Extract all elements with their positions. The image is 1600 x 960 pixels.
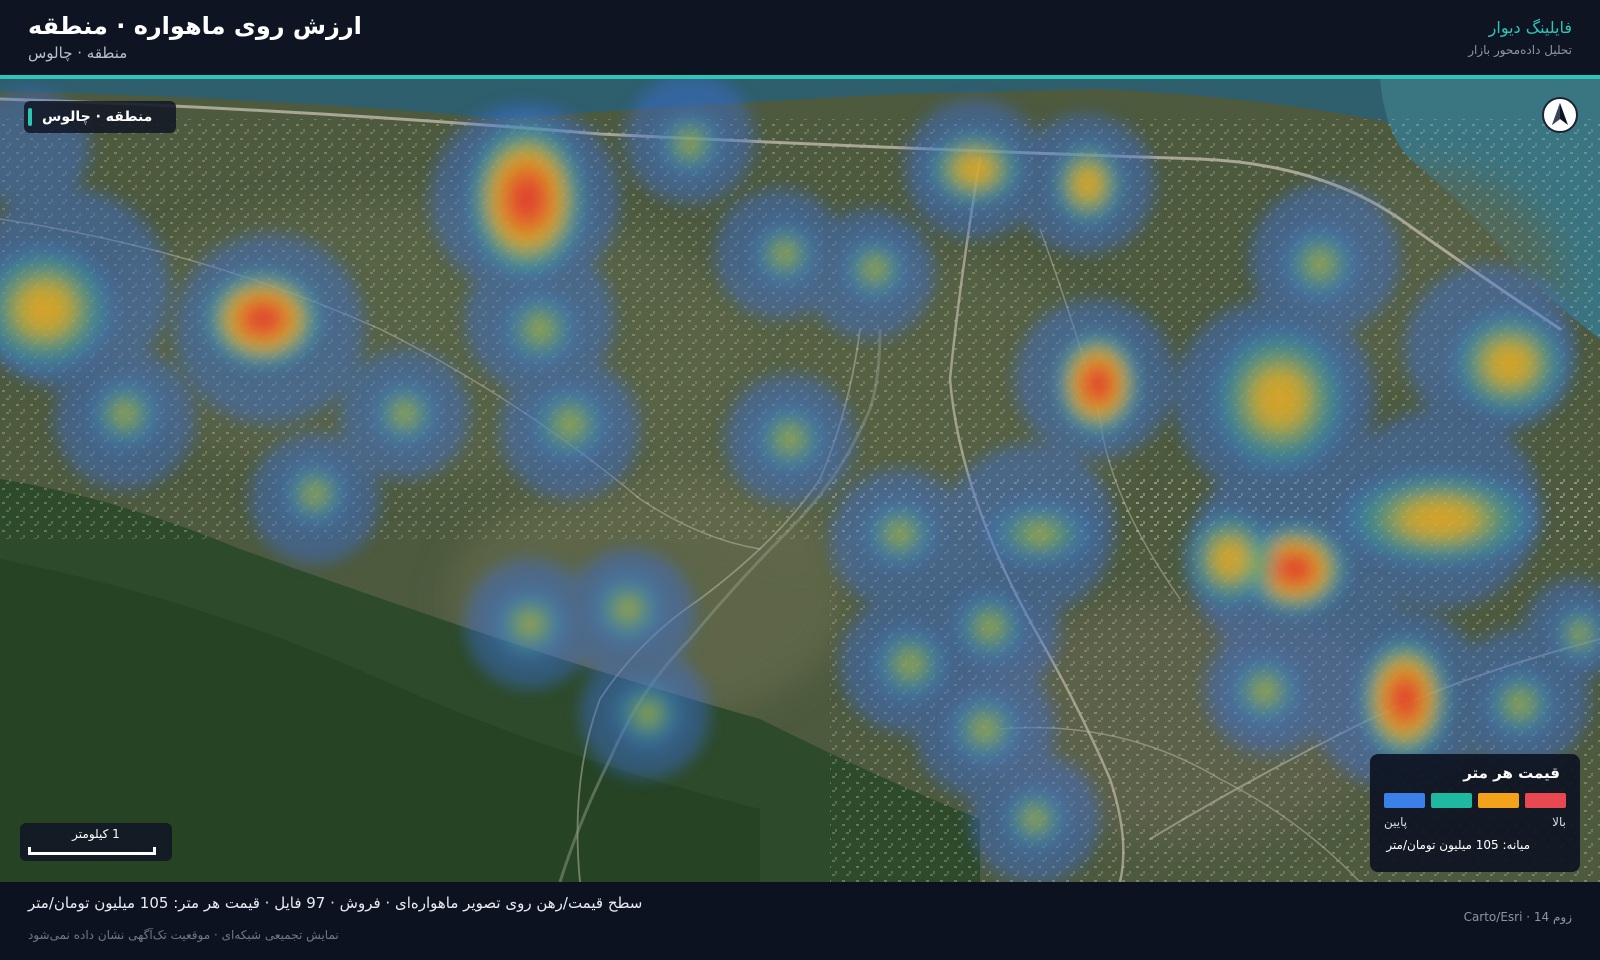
hotspot-core	[1053, 329, 1143, 439]
hotspot-core	[952, 589, 1028, 665]
map-canvas	[0, 79, 1600, 882]
hotspot-core	[1450, 309, 1570, 419]
hotspot-core	[655, 109, 725, 179]
hotspot-core	[1185, 509, 1275, 609]
legend-title: قیمت هر متر	[1463, 764, 1560, 782]
hotspot-core	[1227, 653, 1303, 729]
scale-bar: 1 کیلومتر	[20, 823, 172, 861]
hotspot-core	[1210, 324, 1350, 474]
page-subtitle: منطقه · چالوس	[28, 44, 128, 62]
footer-summary: سطح قیمت/رهن روی تصویر ماهواره‌ای · فروش…	[28, 894, 643, 912]
hotspot-core	[947, 691, 1023, 767]
hotspot-core	[870, 624, 950, 704]
hotspot-core	[985, 499, 1095, 569]
legend-low-label: پایین	[1384, 815, 1408, 829]
hotspot-core	[1357, 634, 1453, 764]
legend-swatches	[1384, 793, 1566, 808]
hotspot-core	[465, 117, 589, 281]
legend-high-label: بالا	[1552, 815, 1566, 829]
hotspot-core	[612, 678, 684, 750]
hotspot-core	[1482, 666, 1558, 742]
hotspot-core	[87, 376, 163, 452]
legend-swatch-mid-high	[1478, 793, 1519, 808]
hotspot-core	[490, 586, 570, 662]
hotspot-core	[862, 498, 938, 570]
hotspot-core	[840, 234, 910, 304]
hotspot-core	[370, 379, 440, 449]
scale-label: 1 کیلومتر	[72, 827, 120, 841]
hotspot-core	[500, 289, 580, 369]
legend-swatch-high	[1525, 793, 1566, 808]
hotspot-core	[752, 401, 828, 477]
hotspot-core	[750, 219, 820, 289]
legend-median-label: میانه: 105 میلیون تومان/متر	[1386, 838, 1530, 852]
hotspot-core	[1280, 224, 1360, 304]
hotspot-core	[1001, 785, 1069, 853]
header-bar: ارزش روی ماهواره · منطقه منطقه · چالوس ف…	[0, 0, 1600, 75]
north-arrow-icon[interactable]	[1542, 97, 1578, 133]
scale-ruler	[28, 847, 156, 855]
hotspot-core	[201, 267, 325, 371]
hotspot-core	[280, 459, 350, 529]
region-chip-accent	[28, 108, 32, 126]
hotspot-core	[1050, 139, 1126, 229]
hotspot-core	[925, 129, 1025, 209]
hotspot-core	[1340, 469, 1540, 569]
footer-note: نمایش تجمیعی شبکه‌ای · موقعیت تک‌آگهی نش…	[28, 928, 339, 942]
price-legend: قیمت هر متر بالا پایین میانه: 105 میلیون…	[1370, 754, 1580, 872]
brand-name: فایلینگ دیوار	[1488, 18, 1572, 37]
region-chip: منطقه · چالوس	[24, 101, 177, 133]
legend-swatch-low	[1384, 793, 1425, 808]
page-title: ارزش روی ماهواره · منطقه	[28, 12, 362, 40]
legend-swatch-mid-low	[1431, 793, 1472, 808]
satellite-map[interactable]: منطقه · چالوس 1 کیلومتر قیمت هر متر بالا…	[0, 79, 1600, 882]
hotspot-core	[530, 384, 610, 464]
region-label: منطقه · چالوس	[42, 109, 153, 125]
brand-tagline: تحلیل داده‌محور بازار	[1468, 43, 1572, 57]
hotspot-core	[590, 571, 666, 647]
footer-bar: سطح قیمت/رهن روی تصویر ماهواره‌ای · فروش…	[0, 882, 1600, 960]
map-attribution: زوم 14 · Carto/Esri	[1463, 910, 1572, 924]
